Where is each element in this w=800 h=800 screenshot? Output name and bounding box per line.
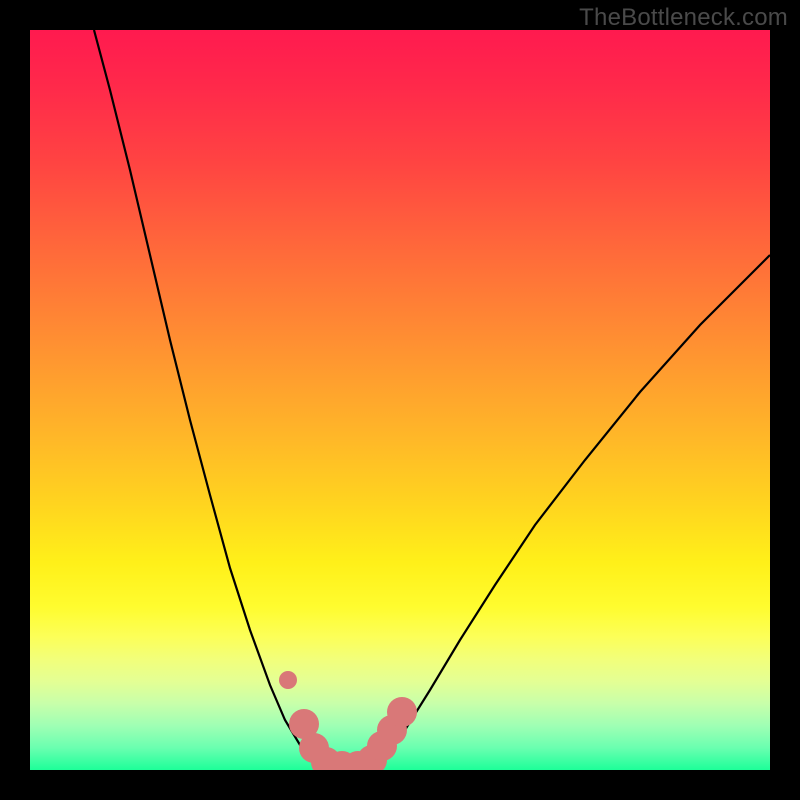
chart-svg [30, 30, 770, 770]
curve-marker [387, 697, 417, 727]
chart-area [30, 30, 770, 770]
curve-marker [279, 671, 297, 689]
curve-left [94, 30, 322, 768]
watermark-text: TheBottleneck.com [579, 4, 788, 32]
curve-markers [279, 671, 417, 770]
curve-right [370, 255, 770, 768]
